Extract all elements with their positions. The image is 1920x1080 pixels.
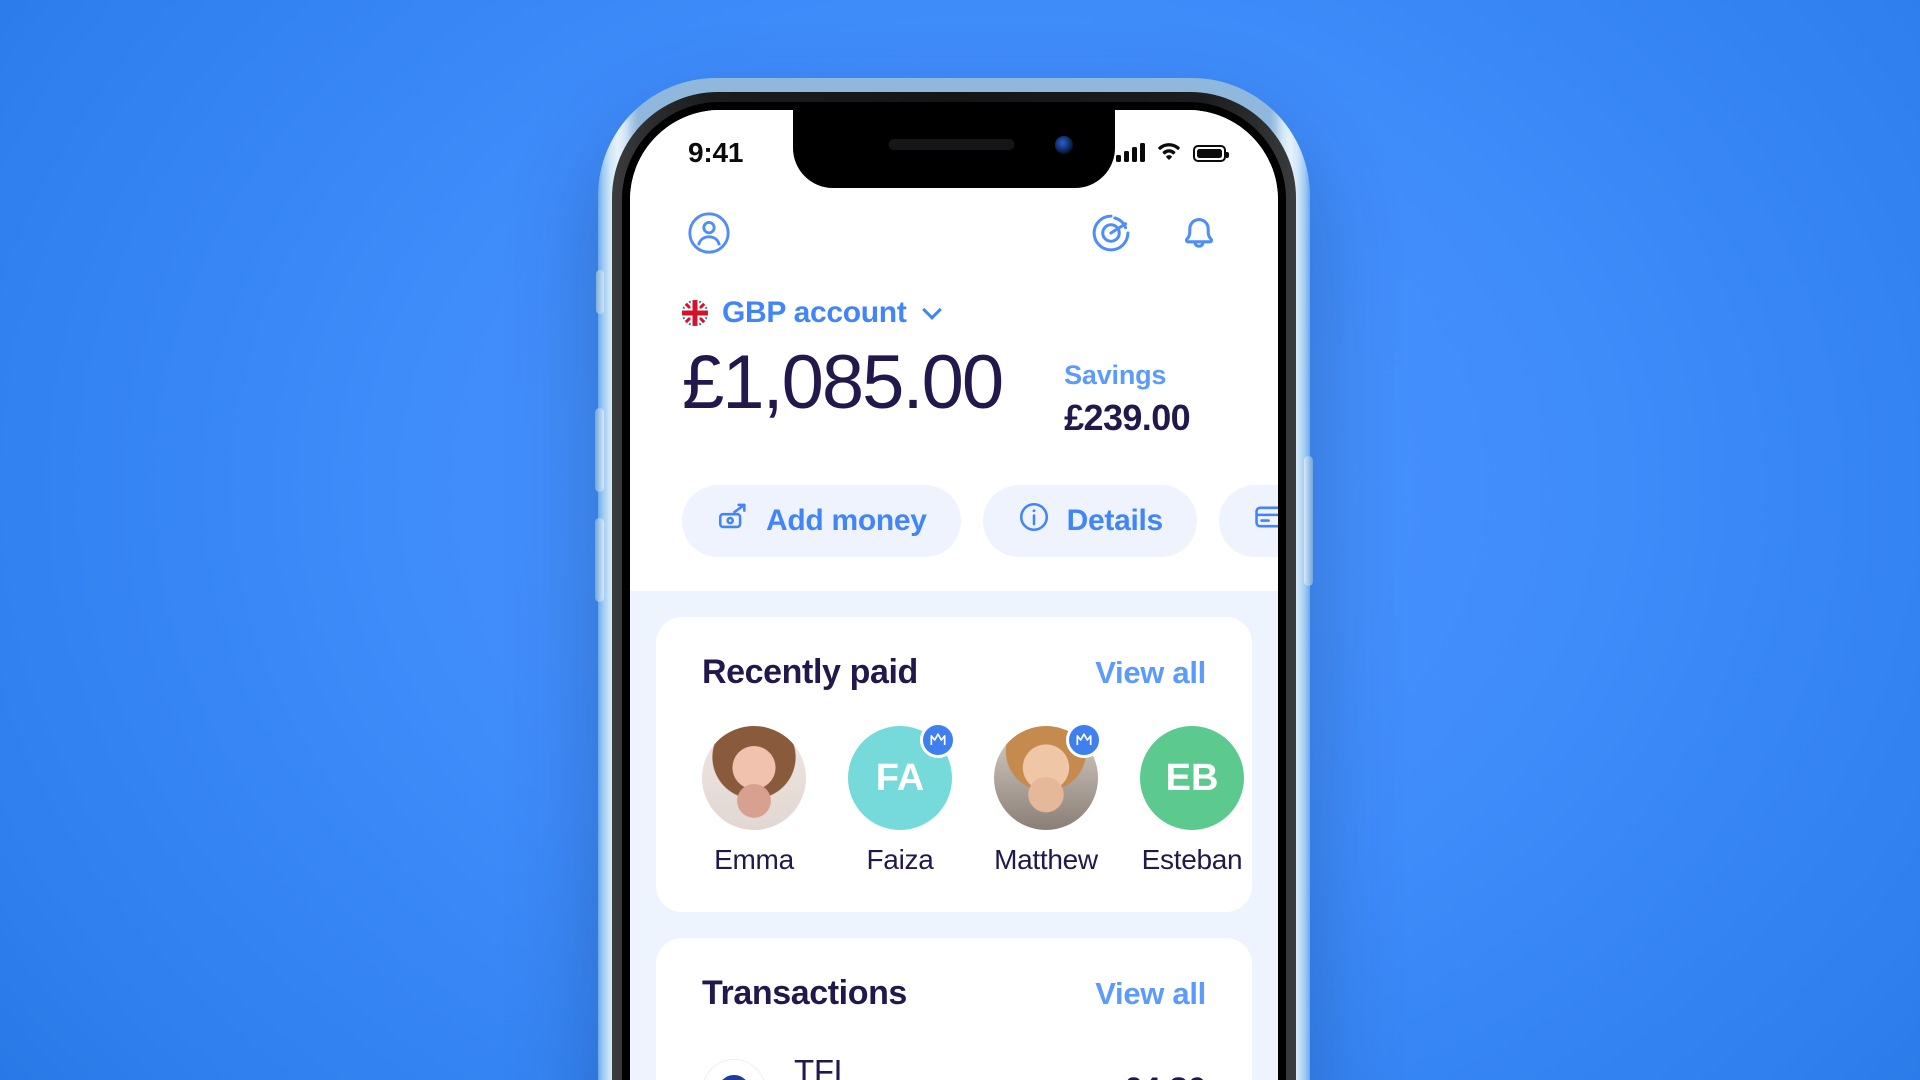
chevron-down-icon[interactable]: [921, 300, 942, 320]
details-label: Details: [1066, 504, 1164, 537]
transaction-info: TFL 12 Feb, 14:23: [794, 1053, 1113, 1080]
account-balance: £1,085.00: [682, 340, 1004, 425]
front-camera: [1055, 136, 1073, 154]
status-time: 9:41: [688, 137, 744, 168]
list-item[interactable]: Matthew: [994, 722, 1102, 876]
list-item[interactable]: EB Esteban: [1140, 726, 1244, 876]
status-indicators: [1116, 141, 1229, 165]
avatar-initials: FA: [875, 756, 925, 799]
transaction-merchant: TFL: [794, 1053, 852, 1080]
app-header: [630, 188, 1278, 260]
avatar[interactable]: [702, 726, 806, 830]
volume-down-button[interactable]: [595, 518, 604, 602]
savings-amount: £239.00: [1064, 397, 1191, 438]
transactions-view-all[interactable]: View all: [1095, 976, 1206, 1012]
battery-icon: [1193, 144, 1229, 162]
phone-device: GBP account £1,085.00 Savings £239.00 Ad…: [595, 78, 1313, 1080]
monzo-badge-icon: [920, 722, 956, 758]
profile-icon[interactable]: [682, 206, 736, 260]
cellular-signal-icon: [1116, 143, 1145, 162]
transactions-card: Transactions View all TFL 12 Feb, 14:23: [656, 938, 1252, 1080]
bell-icon[interactable]: [1172, 206, 1226, 260]
phone-notch: [793, 110, 1115, 188]
transaction-amount: -£4.80: [1113, 1071, 1207, 1080]
volume-up-button[interactable]: [595, 408, 604, 492]
list-item-label: Matthew: [994, 844, 1098, 875]
table-row[interactable]: TFL 12 Feb, 14:23 -£4.80: [702, 1053, 1207, 1080]
recently-paid-card: Recently paid View all Emma FA Faiza Mat…: [656, 617, 1252, 912]
add-money-icon: [716, 500, 750, 542]
recently-paid-list[interactable]: Emma FA Faiza Matthew EB Esteban: [702, 722, 1244, 876]
monzo-badge-icon: [1066, 722, 1102, 758]
power-button[interactable]: [1304, 456, 1313, 586]
details-button[interactable]: Details: [982, 485, 1197, 557]
avatar-initials: EB: [1165, 756, 1219, 799]
list-item[interactable]: FA Faiza: [848, 722, 956, 876]
wifi-icon: [1157, 141, 1181, 165]
recently-paid-view-all[interactable]: View all: [1095, 655, 1206, 691]
list-item-label: Emma: [714, 844, 794, 875]
recently-paid-header: Recently paid View all: [702, 653, 1206, 692]
add-money-button[interactable]: Add money: [682, 485, 961, 557]
list-item[interactable]: Emma: [702, 726, 806, 876]
app-content: GBP account £1,085.00 Savings £239.00 Ad…: [630, 110, 1278, 1080]
account-name: GBP account: [722, 296, 907, 329]
info-icon: [1017, 500, 1051, 542]
card-pin-button[interactable]: Card PIN: [1218, 485, 1278, 557]
balance-row: £1,085.00 Savings £239.00: [630, 330, 1278, 439]
savings-label: Savings: [1064, 360, 1167, 390]
list-item-label: Faiza: [866, 844, 934, 875]
list-item-label: Esteban: [1141, 844, 1243, 875]
earpiece-speaker: [888, 139, 1015, 150]
quick-actions: Add money Details: [630, 439, 1278, 557]
card-icon: [1253, 500, 1278, 542]
phone-screen: GBP account £1,085.00 Savings £239.00 Ad…: [630, 110, 1278, 1080]
avatar[interactable]: EB: [1140, 726, 1244, 830]
transactions-header: Transactions View all: [702, 974, 1206, 1013]
analytics-donut-icon[interactable]: [1084, 206, 1138, 260]
header-actions: [1084, 206, 1226, 260]
uk-flag-icon: [682, 300, 708, 326]
account-selector[interactable]: GBP account: [630, 260, 1278, 330]
tfl-roundel-icon: [702, 1058, 766, 1080]
transactions-title: Transactions: [702, 974, 907, 1012]
silent-switch[interactable]: [596, 270, 604, 314]
recently-paid-title: Recently paid: [702, 653, 918, 691]
savings-block[interactable]: Savings £239.00: [1064, 338, 1191, 439]
add-money-label: Add money: [766, 504, 927, 537]
